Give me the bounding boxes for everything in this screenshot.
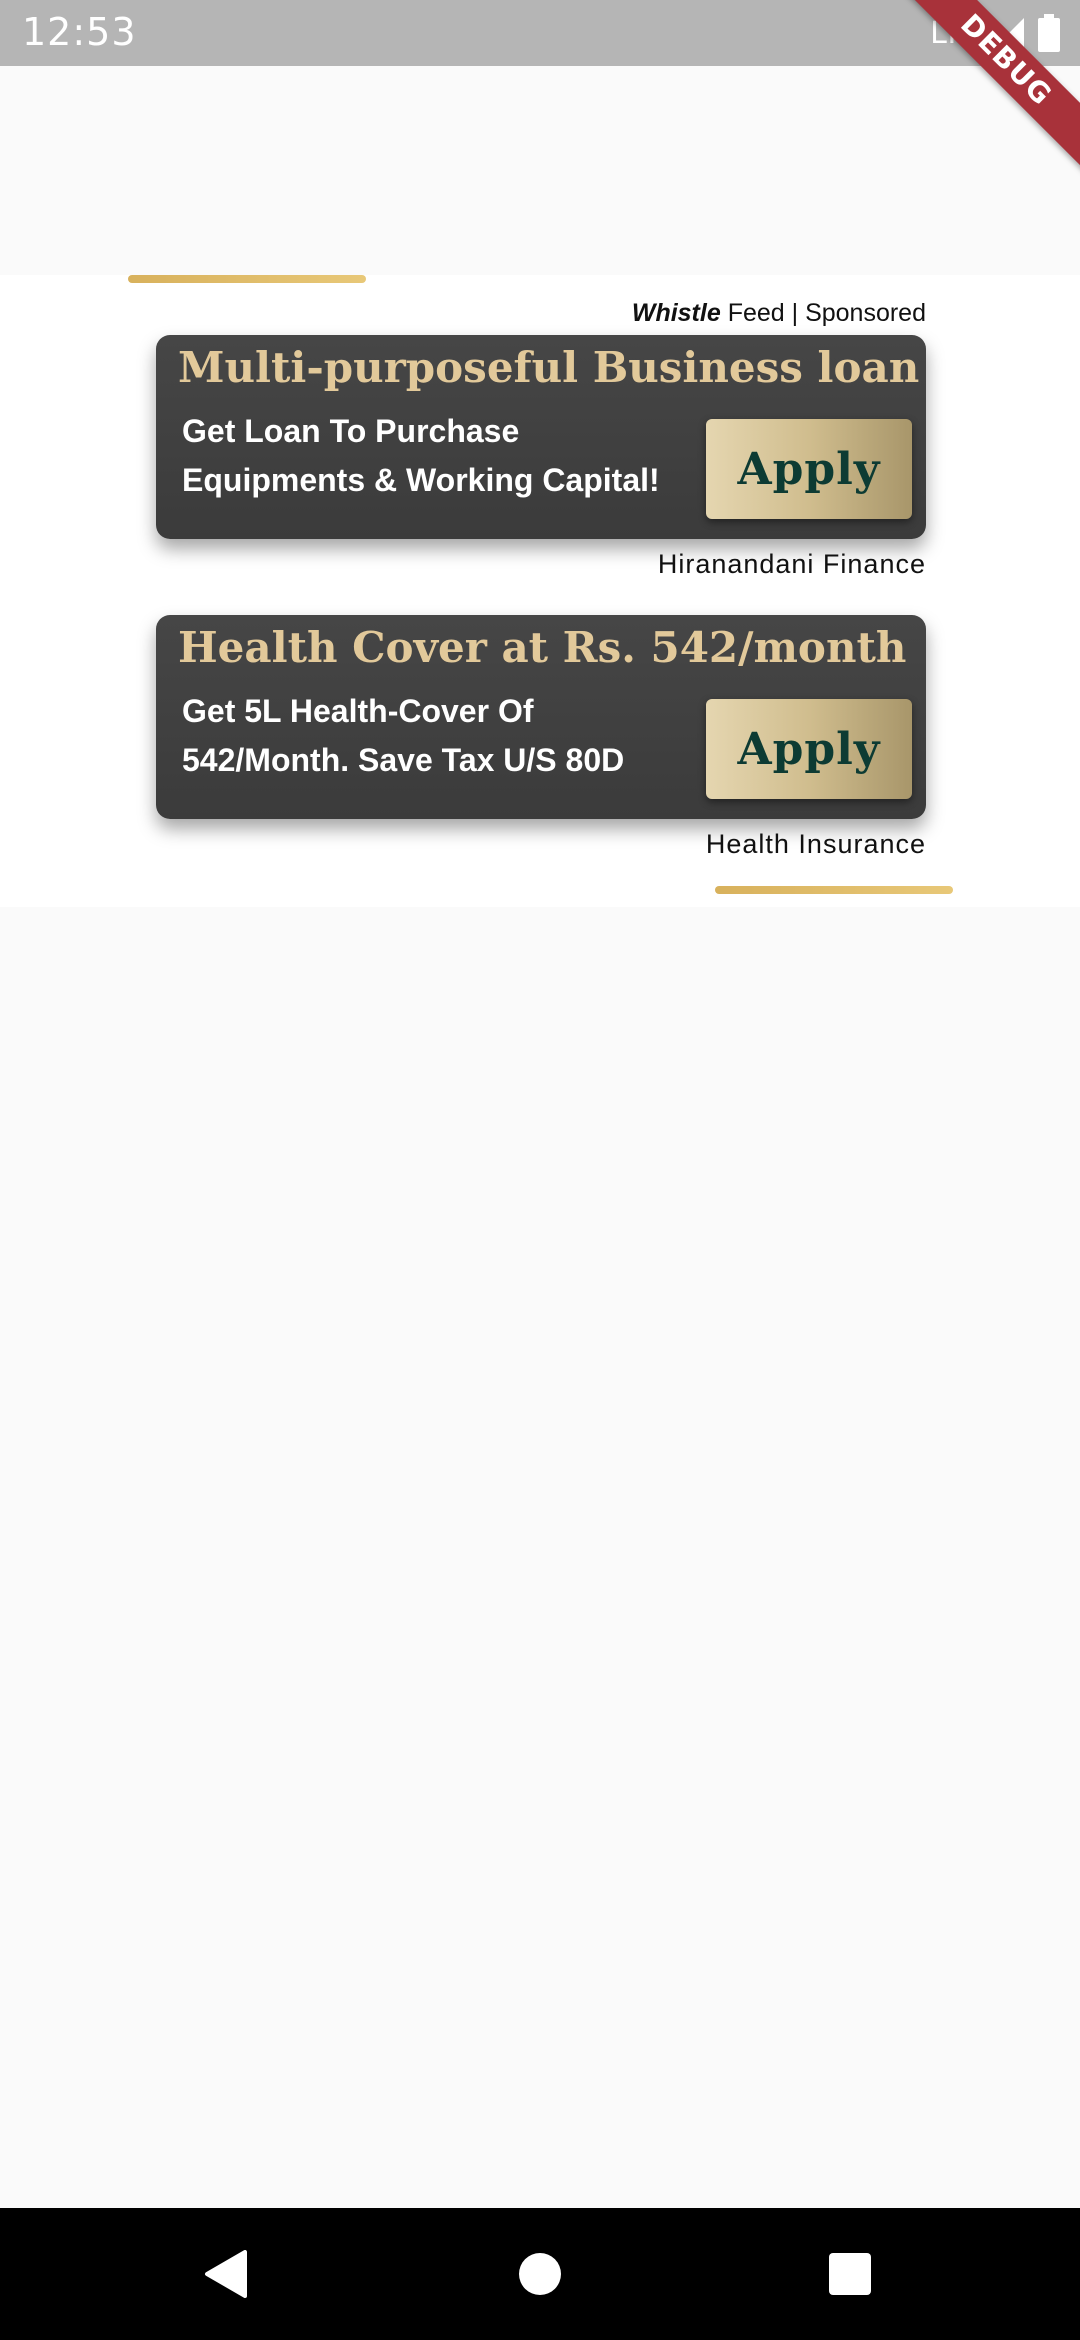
apply-button[interactable]: Apply bbox=[706, 699, 912, 799]
ad-description-line: Get Loan To Purchase bbox=[182, 413, 520, 449]
battery-icon bbox=[1038, 14, 1060, 52]
ad-description-line: Equipments & Working Capital! bbox=[182, 462, 660, 498]
ad-description-line: 542/Month. Save Tax U/S 80D bbox=[182, 742, 625, 778]
recents-button[interactable] bbox=[814, 2238, 886, 2310]
home-button[interactable] bbox=[504, 2238, 576, 2310]
ad-card-health-cover[interactable]: Health Cover at Rs. 542/month Get 5L Hea… bbox=[156, 615, 926, 819]
accent-line-top bbox=[128, 275, 366, 283]
sponsored-label: Whistle Feed | Sponsored bbox=[632, 299, 926, 328]
ad-description: Get 5L Health-Cover Of 542/Month. Save T… bbox=[182, 687, 702, 785]
ad-source-label: Health Insurance bbox=[705, 829, 926, 859]
brand-name: Whistle bbox=[631, 299, 721, 327]
ad-description-line: Get 5L Health-Cover Of bbox=[182, 693, 534, 729]
back-button[interactable] bbox=[190, 2238, 262, 2310]
sponsored-feed: Whistle Feed | Sponsored Multi-purposefu… bbox=[0, 275, 1080, 907]
ad-source-label: Hiranandani Finance bbox=[657, 549, 926, 579]
ad-card-business-loan[interactable]: Multi-purposeful Business loan Get Loan … bbox=[156, 335, 926, 539]
back-triangle-icon bbox=[205, 2250, 247, 2298]
home-circle-icon bbox=[519, 2253, 561, 2295]
ad-title: Multi-purposeful Business loan bbox=[178, 343, 920, 392]
status-time: 12:53 bbox=[22, 10, 137, 54]
recents-square-icon bbox=[829, 2253, 871, 2295]
sponsored-text: Feed | Sponsored bbox=[720, 299, 926, 327]
status-bar: 12:53 LTE bbox=[0, 0, 1080, 66]
ad-description: Get Loan To Purchase Equipments & Workin… bbox=[182, 407, 702, 505]
ad-title: Health Cover at Rs. 542/month bbox=[178, 623, 907, 672]
navigation-bar bbox=[0, 2208, 1080, 2340]
apply-button[interactable]: Apply bbox=[706, 419, 912, 519]
accent-line-bottom bbox=[715, 886, 953, 894]
